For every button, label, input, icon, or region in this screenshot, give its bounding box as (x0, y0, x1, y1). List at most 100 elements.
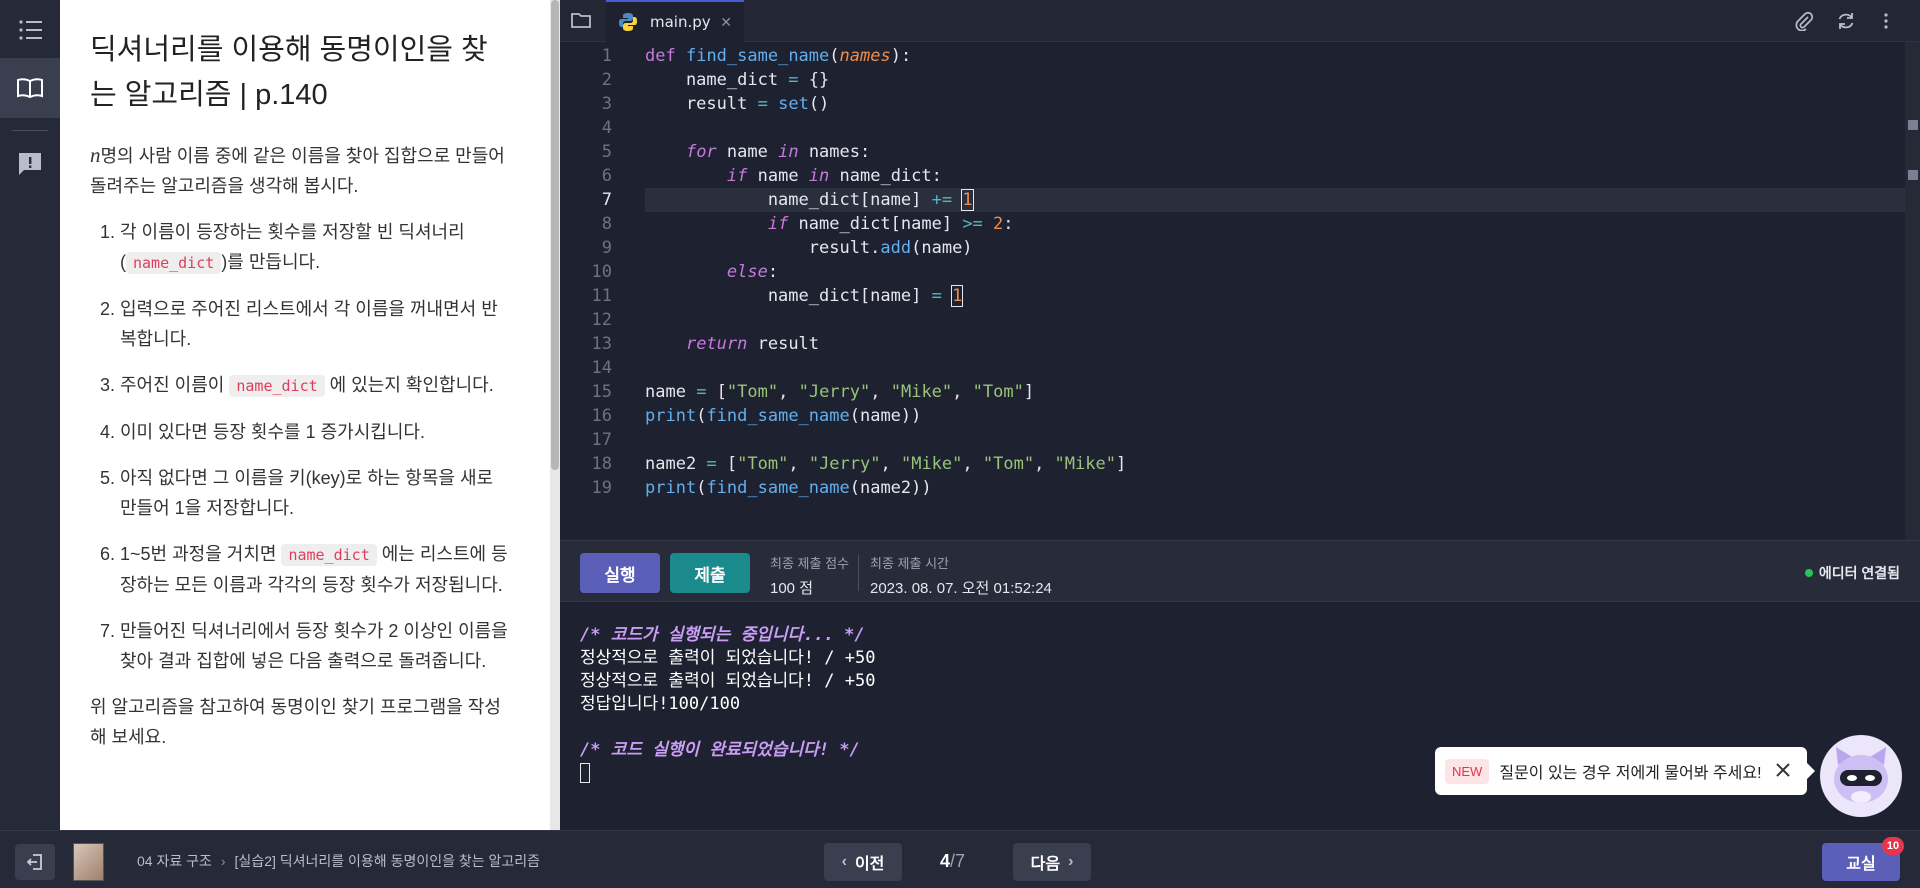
tab-label: main.py (650, 13, 711, 31)
line-number: 11 (591, 286, 612, 306)
line-number: 9 (601, 238, 612, 258)
line-number: 10 (591, 262, 612, 282)
rail-divider (12, 130, 48, 131)
line-number: 17 (591, 430, 612, 450)
prev-label: 이전 (854, 856, 885, 873)
close-icon (1776, 763, 1790, 777)
robot-cat-icon (1834, 747, 1888, 803)
tab-close-icon[interactable]: ✕ (720, 14, 732, 31)
book-button[interactable] (0, 58, 60, 118)
score-info: 최종 제출 점수 100 점 (770, 553, 849, 598)
code-line: result = set() (645, 94, 830, 114)
code-line: return result (685, 334, 820, 354)
assistant-avatar[interactable] (1820, 735, 1902, 817)
line-number: 2 (601, 70, 612, 90)
code-line: for name in names: (685, 142, 871, 162)
course-thumbnail[interactable] (73, 843, 104, 881)
code-line: if name in name_dict: (726, 166, 942, 186)
time-info: 최종 제출 시간 2023. 08. 07. 오전 01:52:24 (870, 553, 1052, 598)
editor-scrollbar[interactable] (1905, 42, 1920, 540)
prev-button[interactable]: ‹ 이전 (824, 843, 902, 881)
chevron-right-icon: › (1068, 853, 1074, 870)
breadcrumb: 04 자료 구조 › [실습2] 딕셔너리를 이용해 동명이인을 찾는 알고리즘 (137, 851, 540, 871)
lesson-outro: 위 알고리즘을 참고하여 동명이인 찾기 프로그램을 작성해 보세요. (90, 697, 501, 747)
exit-button[interactable] (15, 844, 55, 880)
steps-list: 각 이름이 등장하는 횟수를 저장할 빈 딕셔너리 (name_dict)를 만… (90, 217, 510, 676)
step-text: 만들어진 딕셔너리에서 등장 횟수가 2 이상인 이름을 찾아 결과 집합에 넣… (120, 621, 508, 671)
status-text: 에디터 연결됨 (1818, 565, 1900, 581)
run-button[interactable]: 실행 (580, 553, 660, 593)
classroom-count-badge: 10 (1882, 837, 1904, 855)
more-vertical-icon (1884, 13, 1888, 29)
page-indicator: 4/7 (940, 851, 965, 872)
list-menu-button[interactable] (0, 0, 60, 60)
line-number: 16 (591, 406, 612, 426)
lesson-scrollbar[interactable] (550, 0, 560, 830)
folder-button[interactable] (570, 9, 592, 31)
console-line: 정상적으로 출력이 되었습니다! / +50 (580, 648, 876, 668)
scroll-marker (1908, 120, 1918, 130)
line-number: 3 (601, 94, 612, 114)
intro-text: 명의 사람 이름 중에 같은 이름을 찾아 집합으로 만들어 돌려주는 알고리즘… (90, 146, 505, 196)
lesson-panel: 딕셔너리를 이용해 동명이인을 찾는 알고리즘 | p.140 n명의 사람 이… (60, 0, 550, 830)
chat-close-button[interactable] (1771, 758, 1795, 782)
line-number: 7 (601, 190, 612, 210)
lesson-scroll-thumb[interactable] (551, 0, 559, 470)
time-label: 최종 제출 시간 (870, 556, 949, 571)
next-button[interactable]: 다음 › (1013, 843, 1091, 881)
attach-button[interactable] (1794, 11, 1814, 32)
reset-button[interactable] (1836, 11, 1856, 31)
code-area[interactable]: 1 def find_same_name(names): 2 name_dict =… (560, 42, 1905, 540)
submit-button[interactable]: 제출 (670, 553, 750, 593)
code-line: name2 = ["Tom", "Jerry", "Mike", "Tom", … (645, 454, 1127, 474)
lesson-step: 아직 없다면 그 이름을 키(key)로 하는 항목을 새로 만들어 1을 저장… (120, 463, 510, 523)
code-line: name_dict = {} (645, 70, 830, 90)
new-badge: NEW (1445, 758, 1490, 784)
output-console[interactable]: /* 코드가 실행되는 중입니다... */ 정상적으로 출력이 되었습니다! /… (560, 602, 1920, 830)
page-current: 4 (940, 851, 951, 871)
lesson-intro: n명의 사람 이름 중에 같은 이름을 찾아 집합으로 만들어 돌려주는 알고리… (90, 140, 510, 201)
console-cursor (580, 763, 590, 783)
step-text: 1~5번 과정을 거치면 (120, 544, 282, 564)
line-number: 19 (591, 478, 612, 498)
status-dot-icon (1804, 569, 1813, 577)
chevron-right-icon: › (220, 853, 226, 869)
code-line: name_dict[name] += 1 (645, 189, 974, 211)
line-number: 14 (591, 358, 612, 378)
step-text: )를 만듭니다. (221, 252, 321, 272)
python-icon (619, 13, 637, 31)
step-text: 주어진 이름이 (120, 375, 230, 395)
paperclip-icon (1795, 11, 1814, 32)
run-bar: 실행 제출 최종 제출 점수 100 점 최종 제출 시간 2023. 08. … (560, 540, 1920, 602)
page-total: /7 (950, 851, 966, 871)
score-value: 100 점 (770, 580, 813, 597)
connection-status: 에디터 연결됨 (1804, 563, 1900, 583)
code-line: if name_dict[name] >= 2: (767, 214, 1014, 234)
help-chat-bubble[interactable]: NEW 질문이 있는 경우 저에게 물어봐 주세요! (1435, 747, 1815, 795)
lesson-step: 주어진 이름이 name_dict 에 있는지 확인합니다. (120, 370, 510, 401)
chat-text: 질문이 있는 경우 저에게 물어봐 주세요! (1499, 765, 1762, 782)
line-number: 6 (601, 166, 612, 186)
folder-icon (571, 13, 591, 28)
line-number: 18 (591, 454, 612, 474)
line-number: 8 (601, 214, 612, 234)
line-number: 12 (591, 310, 612, 330)
breadcrumb-section[interactable]: 04 자료 구조 (137, 851, 212, 871)
inline-code: name_dict (229, 375, 325, 397)
chevron-left-icon: ‹ (841, 853, 847, 870)
score-label: 최종 제출 점수 (770, 556, 849, 571)
code-line: name_dict[name] = 1 (645, 285, 964, 307)
info-divider (858, 555, 859, 591)
console-comment: /* 코드 실행이 완료되었습니다! */ (580, 740, 860, 760)
line-number: 13 (591, 334, 612, 354)
line-number: 15 (591, 382, 612, 402)
code-editor[interactable]: main.py ✕ 1 def find_same_name(names): 2 n… (560, 0, 1920, 540)
more-button[interactable] (1876, 11, 1896, 31)
left-rail (0, 0, 60, 830)
code-line: else: (726, 262, 779, 282)
step-text: 이미 있다면 등장 횟수를 1 증가시킵니다. (120, 422, 425, 442)
code-line: name = ["Tom", "Jerry", "Mike", "Tom"] (645, 382, 1035, 402)
report-button[interactable] (0, 134, 60, 194)
tab-main-py[interactable]: main.py ✕ (606, 0, 744, 42)
